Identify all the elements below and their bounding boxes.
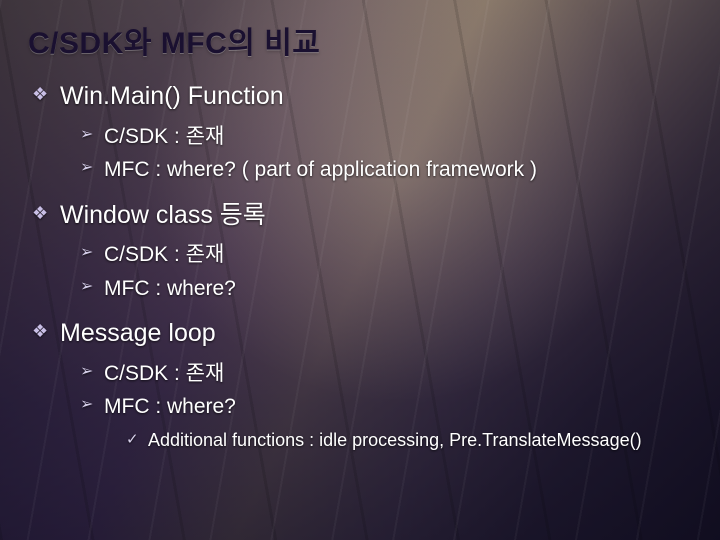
section-message-loop: Message loop C/SDK : 존재 MFC : where? Add… [32, 317, 692, 453]
bullet-list-level1: Win.Main() Function C/SDK : 존재 MFC : whe… [28, 80, 692, 453]
section-winmain: Win.Main() Function C/SDK : 존재 MFC : whe… [32, 80, 692, 185]
section-heading: Win.Main() Function [60, 82, 284, 110]
list-item-text: MFC : where? [104, 277, 236, 300]
list-item: MFC : where? [80, 274, 692, 303]
slide-content: C/SDK와 MFC의 비교 Win.Main() Function C/SDK… [0, 0, 720, 487]
list-item-text: C/SDK : 존재 [104, 125, 224, 148]
list-item: C/SDK : 존재 [80, 240, 692, 269]
list-item-text: MFC : where? [104, 395, 236, 418]
bullet-list-level2: C/SDK : 존재 MFC : where? [60, 240, 692, 303]
list-item-text: MFC : where? ( part of application frame… [104, 158, 537, 181]
slide: C/SDK와 MFC의 비교 Win.Main() Function C/SDK… [0, 0, 720, 540]
list-item: MFC : where? Additional functions : idle… [80, 392, 692, 453]
list-item-text: C/SDK : 존재 [104, 243, 224, 266]
section-heading: Message loop [60, 319, 216, 347]
section-window-class: Window class 등록 C/SDK : 존재 MFC : where? [32, 199, 692, 304]
bullet-list-level3: Additional functions : idle processing, … [104, 428, 692, 453]
slide-title: C/SDK와 MFC의 비교 [28, 18, 692, 62]
bullet-list-level2: C/SDK : 존재 MFC : where? ( part of applic… [60, 122, 692, 185]
section-heading: Window class 등록 [60, 201, 266, 229]
list-item-text: Additional functions : idle processing, … [148, 430, 642, 450]
list-item: MFC : where? ( part of application frame… [80, 155, 692, 184]
list-item: C/SDK : 존재 [80, 122, 692, 151]
bullet-list-level2: C/SDK : 존재 MFC : where? Additional funct… [60, 359, 692, 453]
list-item: C/SDK : 존재 [80, 359, 692, 388]
list-item-text: C/SDK : 존재 [104, 362, 224, 385]
list-item: Additional functions : idle processing, … [126, 428, 692, 453]
